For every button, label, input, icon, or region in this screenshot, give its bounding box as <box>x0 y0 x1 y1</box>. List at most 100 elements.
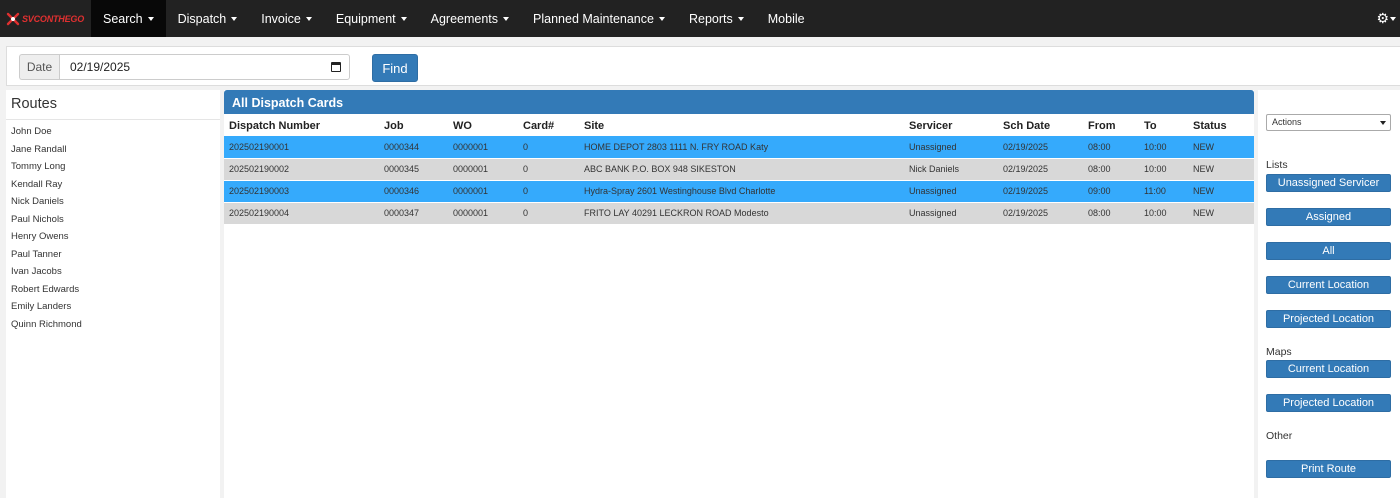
chevron-down-icon <box>1390 16 1396 21</box>
table-header-row: Dispatch Number Job WO Card# Site Servicer Sch… <box>224 114 1254 136</box>
nav-reports[interactable]: Reports <box>677 0 756 37</box>
lists-assigned-button[interactable]: Assigned <box>1266 208 1391 226</box>
tools-logo-icon <box>6 12 20 25</box>
cell-site: ABC BANK P.O. BOX 948 SIKESTON <box>579 158 904 180</box>
nav-label: Reports <box>688 11 733 26</box>
routes-title: Routes <box>6 90 220 120</box>
cell-sch-date: 02/19/2025 <box>998 158 1083 180</box>
panel-title: All Dispatch Cards <box>224 90 1254 114</box>
actions-panel: Actions Lists Unassigned Servicer Assigne… <box>1258 90 1400 498</box>
route-item[interactable]: Nick Daniels <box>11 193 220 211</box>
nav-invoice[interactable]: Invoice <box>249 0 324 37</box>
route-item[interactable]: Paul Nichols <box>11 211 220 229</box>
route-item[interactable]: Emily Landers <box>11 298 220 316</box>
route-item[interactable]: Robert Edwards <box>11 281 220 299</box>
table-row[interactable]: 202502190001 0000344 0000001 0 HOME DEPOT 28… <box>224 136 1254 158</box>
lists-label: Lists <box>1266 159 1288 171</box>
column-header-job[interactable]: Job <box>379 114 448 136</box>
column-header-from[interactable]: From <box>1083 114 1139 136</box>
nav-menu: Search Dispatch Invoice Equipment Agreements… <box>91 0 817 37</box>
actions-dropdown[interactable]: Actions <box>1266 114 1391 131</box>
cell-job: 0000345 <box>379 158 448 180</box>
date-value: 02/19/2025 <box>70 60 131 74</box>
nav-equipment[interactable]: Equipment <box>324 0 419 37</box>
dispatch-table: Dispatch Number Job WO Card# Site Servicer Sch… <box>224 114 1254 225</box>
gear-icon: ⚙ <box>1376 10 1389 26</box>
cell-servicer: Unassigned <box>904 136 998 158</box>
cell-wo: 0000001 <box>448 202 518 224</box>
route-item[interactable]: John Doe <box>11 123 220 141</box>
maps-projected-location-button[interactable]: Projected Location <box>1266 394 1391 412</box>
chevron-down-icon <box>400 16 407 21</box>
cell-job: 0000347 <box>379 202 448 224</box>
table-row[interactable]: 202502190003 0000346 0000001 0 Hydra-Spray 2… <box>224 180 1254 202</box>
cell-card: 0 <box>518 202 579 224</box>
nav-label: Dispatch <box>177 11 227 26</box>
cell-dispatch-number: 202502190004 <box>224 202 379 224</box>
lists-unassigned-servicer-button[interactable]: Unassigned Servicer <box>1266 174 1391 192</box>
chevron-down-icon <box>305 16 312 21</box>
brand-name: SVCONTHEGO <box>22 13 85 24</box>
nav-planned-maintenance[interactable]: Planned Maintenance <box>521 0 677 37</box>
column-header-card[interactable]: Card# <box>518 114 579 136</box>
other-print-route-button[interactable]: Print Route <box>1266 460 1391 478</box>
settings-menu[interactable]: ⚙ <box>1376 10 1396 27</box>
nav-label: Search <box>103 11 143 26</box>
cell-servicer: Unassigned <box>904 180 998 202</box>
route-item[interactable]: Tommy Long <box>11 158 220 176</box>
cell-to: 11:00 <box>1139 180 1188 202</box>
nav-search[interactable]: Search <box>91 0 166 37</box>
maps-current-location-button[interactable]: Current Location <box>1266 360 1391 378</box>
cell-status: NEW <box>1188 202 1254 224</box>
column-header-status[interactable]: Status <box>1188 114 1254 136</box>
other-label: Other <box>1266 430 1293 442</box>
chevron-down-icon <box>503 16 510 21</box>
cell-status: NEW <box>1188 158 1254 180</box>
chevron-down-icon <box>658 16 665 21</box>
table-row[interactable]: 202502190004 0000347 0000001 0 FRITO LAY 402… <box>224 202 1254 224</box>
cell-to: 10:00 <box>1139 136 1188 158</box>
nav-mobile[interactable]: Mobile <box>756 0 817 37</box>
column-header-dispatch-number[interactable]: Dispatch Number <box>224 114 379 136</box>
cell-status: NEW <box>1188 180 1254 202</box>
column-header-to[interactable]: To <box>1139 114 1188 136</box>
lists-current-location-button[interactable]: Current Location <box>1266 276 1391 294</box>
cell-sch-date: 02/19/2025 <box>998 136 1083 158</box>
calendar-icon[interactable] <box>331 62 341 72</box>
date-input[interactable]: 02/19/2025 <box>59 54 350 80</box>
date-field-group: Date 02/19/2025 <box>19 54 350 80</box>
cell-job: 0000344 <box>379 136 448 158</box>
column-header-servicer[interactable]: Servicer <box>904 114 998 136</box>
date-filter-bar: Date 02/19/2025 Find <box>6 46 1400 86</box>
cell-from: 08:00 <box>1083 202 1139 224</box>
table-row[interactable]: 202502190002 0000345 0000001 0 ABC BANK P.O.… <box>224 158 1254 180</box>
lists-projected-location-button[interactable]: Projected Location <box>1266 310 1391 328</box>
nav-label: Invoice <box>261 11 301 26</box>
lists-all-button[interactable]: All <box>1266 242 1391 260</box>
column-header-site[interactable]: Site <box>579 114 904 136</box>
nav-label: Mobile <box>767 11 805 26</box>
routes-list: John Doe Jane Randall Tommy Long Kendall Ra… <box>6 120 220 333</box>
brand-logo[interactable]: SVCONTHEGO <box>0 0 91 37</box>
column-header-sch-date[interactable]: Sch Date <box>998 114 1083 136</box>
cell-sch-date: 02/19/2025 <box>998 202 1083 224</box>
route-item[interactable]: Quinn Richmond <box>11 316 220 334</box>
find-button[interactable]: Find <box>372 54 418 82</box>
chevron-down-icon <box>737 16 744 21</box>
column-header-wo[interactable]: WO <box>448 114 518 136</box>
date-label: Date <box>19 54 59 80</box>
route-item[interactable]: Ivan Jacobs <box>11 263 220 281</box>
route-item[interactable]: Paul Tanner <box>11 246 220 264</box>
cell-site: FRITO LAY 40291 LECKRON ROAD Modesto <box>579 202 904 224</box>
dropdown-arrow-icon <box>1380 121 1386 125</box>
cell-from: 08:00 <box>1083 136 1139 158</box>
table-body: 202502190001 0000344 0000001 0 HOME DEPOT 28… <box>224 136 1254 224</box>
cell-dispatch-number: 202502190001 <box>224 136 379 158</box>
nav-dispatch[interactable]: Dispatch <box>166 0 250 37</box>
cell-wo: 0000001 <box>448 180 518 202</box>
route-item[interactable]: Kendall Ray <box>11 176 220 194</box>
nav-agreements[interactable]: Agreements <box>419 0 521 37</box>
route-item[interactable]: Henry Owens <box>11 228 220 246</box>
cell-site: Hydra-Spray 2601 Westinghouse Blvd Charl… <box>579 180 904 202</box>
route-item[interactable]: Jane Randall <box>11 141 220 159</box>
